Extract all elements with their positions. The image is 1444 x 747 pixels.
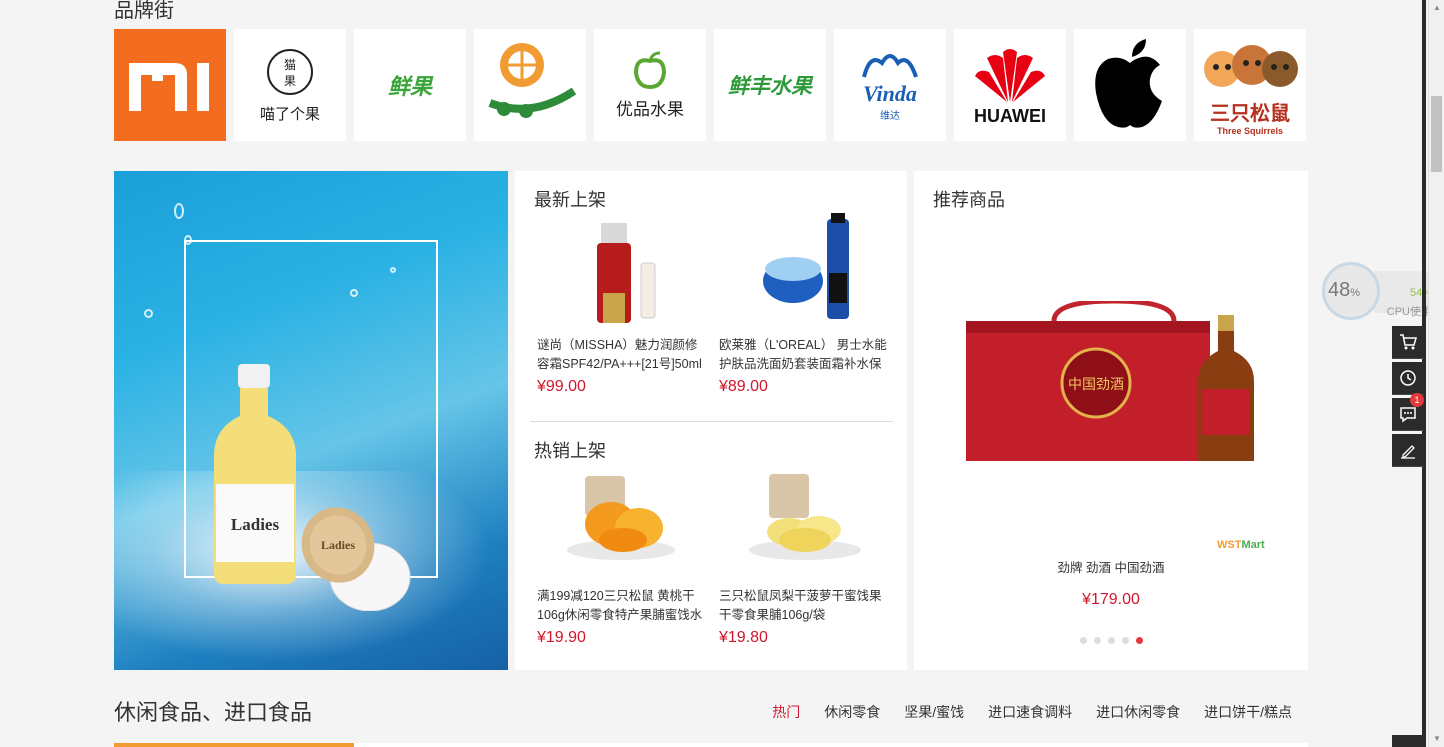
brand-maoguo-text: 喵了个果: [259, 105, 320, 123]
bottle-label: Ladies: [231, 515, 280, 534]
product-card[interactable]: 三只松鼠凤梨干菠萝干蜜饯果干零食果脯106g/袋 ¥19.80: [719, 464, 891, 647]
brand-three-squirrels-logo[interactable]: 三只松鼠 Three Squirrels: [1194, 29, 1306, 141]
svg-text:果: 果: [284, 74, 296, 88]
product-image-jinjiu[interactable]: 中国劲酒: [964, 301, 1260, 469]
product-card[interactable]: 谜尚（MISSHA）魅力润颜修容霜SPF42/PA+++[21号]50ml ¥9…: [537, 213, 709, 396]
carousel-dot[interactable]: [1080, 637, 1087, 644]
new-arrivals-title: 最新上架: [534, 190, 606, 210]
brand-three-squirrels-text: 三只松鼠: [1210, 102, 1290, 125]
vinda-wave-icon: [862, 53, 918, 78]
hot-sales-title: 热销上架: [534, 441, 606, 461]
bubble: [144, 309, 153, 318]
brand-mi-logo[interactable]: [114, 29, 226, 141]
history-button[interactable]: [1392, 362, 1424, 395]
new-and-hot-panel: 最新上架 谜尚（MISSHA）魅力润颜修容霜SPF42/PA+++[21号]50…: [515, 171, 907, 670]
apple-leaf-icon: [633, 51, 667, 89]
wstmart-watermark: WSTMart: [1217, 539, 1265, 551]
tab-nuts[interactable]: 坚果/蜜饯: [904, 702, 964, 722]
cart-button[interactable]: [1392, 326, 1424, 359]
back-to-top-button[interactable]: [1392, 735, 1424, 747]
product-card[interactable]: 欧莱雅（L'OREAL） 男士水能护肤品洗面奶套装面霜补水保湿 ¥89.00: [719, 213, 891, 396]
recommended-product-price: ¥179.00: [1082, 591, 1140, 608]
feedback-button[interactable]: [1392, 434, 1424, 467]
box-label: 中国劲酒: [1068, 376, 1124, 392]
brand-youpin-text: 优品水果: [616, 99, 684, 119]
scroll-down-arrow-icon[interactable]: ▼: [1429, 731, 1444, 747]
bottle-image: Ladies: [214, 364, 296, 584]
svg-text:猫: 猫: [284, 58, 296, 72]
recommended-title: 推荐商品: [933, 190, 1005, 210]
tab-imported-condiments[interactable]: 进口速食调料: [988, 702, 1072, 722]
tab-snacks[interactable]: 休闲零食: [824, 702, 880, 722]
scroll-up-arrow-icon[interactable]: ▲: [1429, 0, 1444, 16]
carousel-dots: [1080, 637, 1143, 644]
bubble: [174, 203, 184, 219]
product-name[interactable]: 欧莱雅（L'OREAL） 男士水能护肤品洗面奶套装面霜补水保湿: [719, 336, 891, 374]
brand-youpin-logo[interactable]: 优品水果: [594, 29, 706, 141]
recommended-product-name[interactable]: 劲牌 劲酒 中国劲酒: [914, 557, 1308, 576]
product-price: ¥19.80: [719, 629, 768, 646]
brand-xianfeng-logo[interactable]: 鲜丰水果: [714, 29, 826, 141]
carousel-dot[interactable]: [1094, 637, 1101, 644]
apple-logo-icon: [1095, 39, 1162, 128]
brand-apple-logo[interactable]: [1074, 29, 1186, 141]
promo-banner[interactable]: Ladies Ladies: [114, 171, 508, 670]
tab-hot[interactable]: 热门: [772, 702, 800, 722]
page-scrollbar[interactable]: ▲ ▼: [1428, 0, 1444, 747]
brand-row: 猫 果 喵了个果 鲜果 优品水果 鲜丰水果 Vinda 维达 HUAWEI 三只…: [114, 29, 1306, 141]
scrollbar-thumb[interactable]: [1431, 96, 1442, 172]
recommended-panel: 推荐商品 中国劲酒 WSTMart 劲牌 劲酒 中国劲酒 ¥179.00: [914, 171, 1308, 670]
message-button[interactable]: 1: [1392, 393, 1424, 431]
squirrel-mascots-icon: [1204, 44, 1298, 87]
product-image-missha: [597, 223, 656, 323]
history-icon: [1400, 370, 1416, 386]
brand-maoguo-logo[interactable]: 猫 果 喵了个果: [234, 29, 346, 141]
brand-xianguo-logo[interactable]: 鲜果: [354, 29, 466, 141]
product-name[interactable]: 三只松鼠凤梨干菠萝干蜜饯果干零食果脯106g/袋: [719, 587, 891, 625]
category-tabs: 热门 休闲零食 坚果/蜜饯 进口速食调料 进口休闲零食 进口饼干/糕点: [772, 702, 1292, 722]
product-image-loreal: [763, 213, 849, 319]
brand-xianfeng-text: 鲜丰水果: [728, 75, 812, 98]
message-badge: 1: [1410, 393, 1424, 407]
category-content-top: [114, 743, 1308, 747]
product-price: ¥89.00: [719, 378, 768, 395]
tab-imported-snacks[interactable]: 进口休闲零食: [1096, 702, 1180, 722]
brand-vinda-sub: 维达: [880, 110, 900, 122]
brand-street-title: 品牌街: [114, 0, 174, 22]
product-card[interactable]: 满199减120三只松鼠 黄桃干106g休闲零食特产果脯蜜饯水果干 ¥19.90: [537, 464, 709, 647]
mi-logo-icon: [129, 63, 209, 111]
section-divider: [530, 421, 893, 422]
product-image-peach: [567, 476, 675, 560]
chat-icon: [1400, 407, 1416, 423]
cpu-percent: 48%: [1328, 279, 1361, 301]
product-price: ¥99.00: [537, 378, 586, 395]
product-name[interactable]: 谜尚（MISSHA）魅力润颜修容霜SPF42/PA+++[21号]50ml: [537, 336, 709, 374]
carousel-dot[interactable]: [1122, 637, 1129, 644]
edit-icon: [1401, 445, 1415, 459]
brand-three-squirrels-sub: Three Squirrels: [1216, 125, 1284, 136]
carousel-dot[interactable]: [1108, 637, 1115, 644]
brand-huawei-text: HUAWEI: [974, 105, 1046, 126]
category-highlight: [114, 743, 354, 747]
brand-orange-logo[interactable]: [474, 29, 586, 141]
carousel-dot[interactable]: [1136, 637, 1143, 644]
brand-huawei-logo[interactable]: HUAWEI: [954, 29, 1066, 141]
cart-icon: [1400, 334, 1417, 350]
product-price: ¥19.90: [537, 629, 586, 646]
cat-fruit-icon: 猫 果: [267, 48, 313, 95]
category-title: 休闲食品、进口食品: [114, 700, 313, 725]
orange-cart-icon: [488, 43, 577, 118]
cream-jar-image: Ladies: [301, 507, 411, 611]
product-name[interactable]: 满199减120三只松鼠 黄桃干106g休闲零食特产果脯蜜饯水果干: [537, 587, 709, 625]
brand-xianguo-text: 鲜果: [387, 74, 432, 99]
brand-vinda-text: Vinda: [863, 80, 917, 106]
jar-label: Ladies: [321, 538, 355, 552]
huawei-petal-icon: [975, 48, 1045, 102]
brand-vinda-logo[interactable]: Vinda 维达: [834, 29, 946, 141]
product-image-pineapple: [749, 474, 861, 560]
tab-imported-biscuits[interactable]: 进口饼干/糕点: [1204, 702, 1292, 722]
